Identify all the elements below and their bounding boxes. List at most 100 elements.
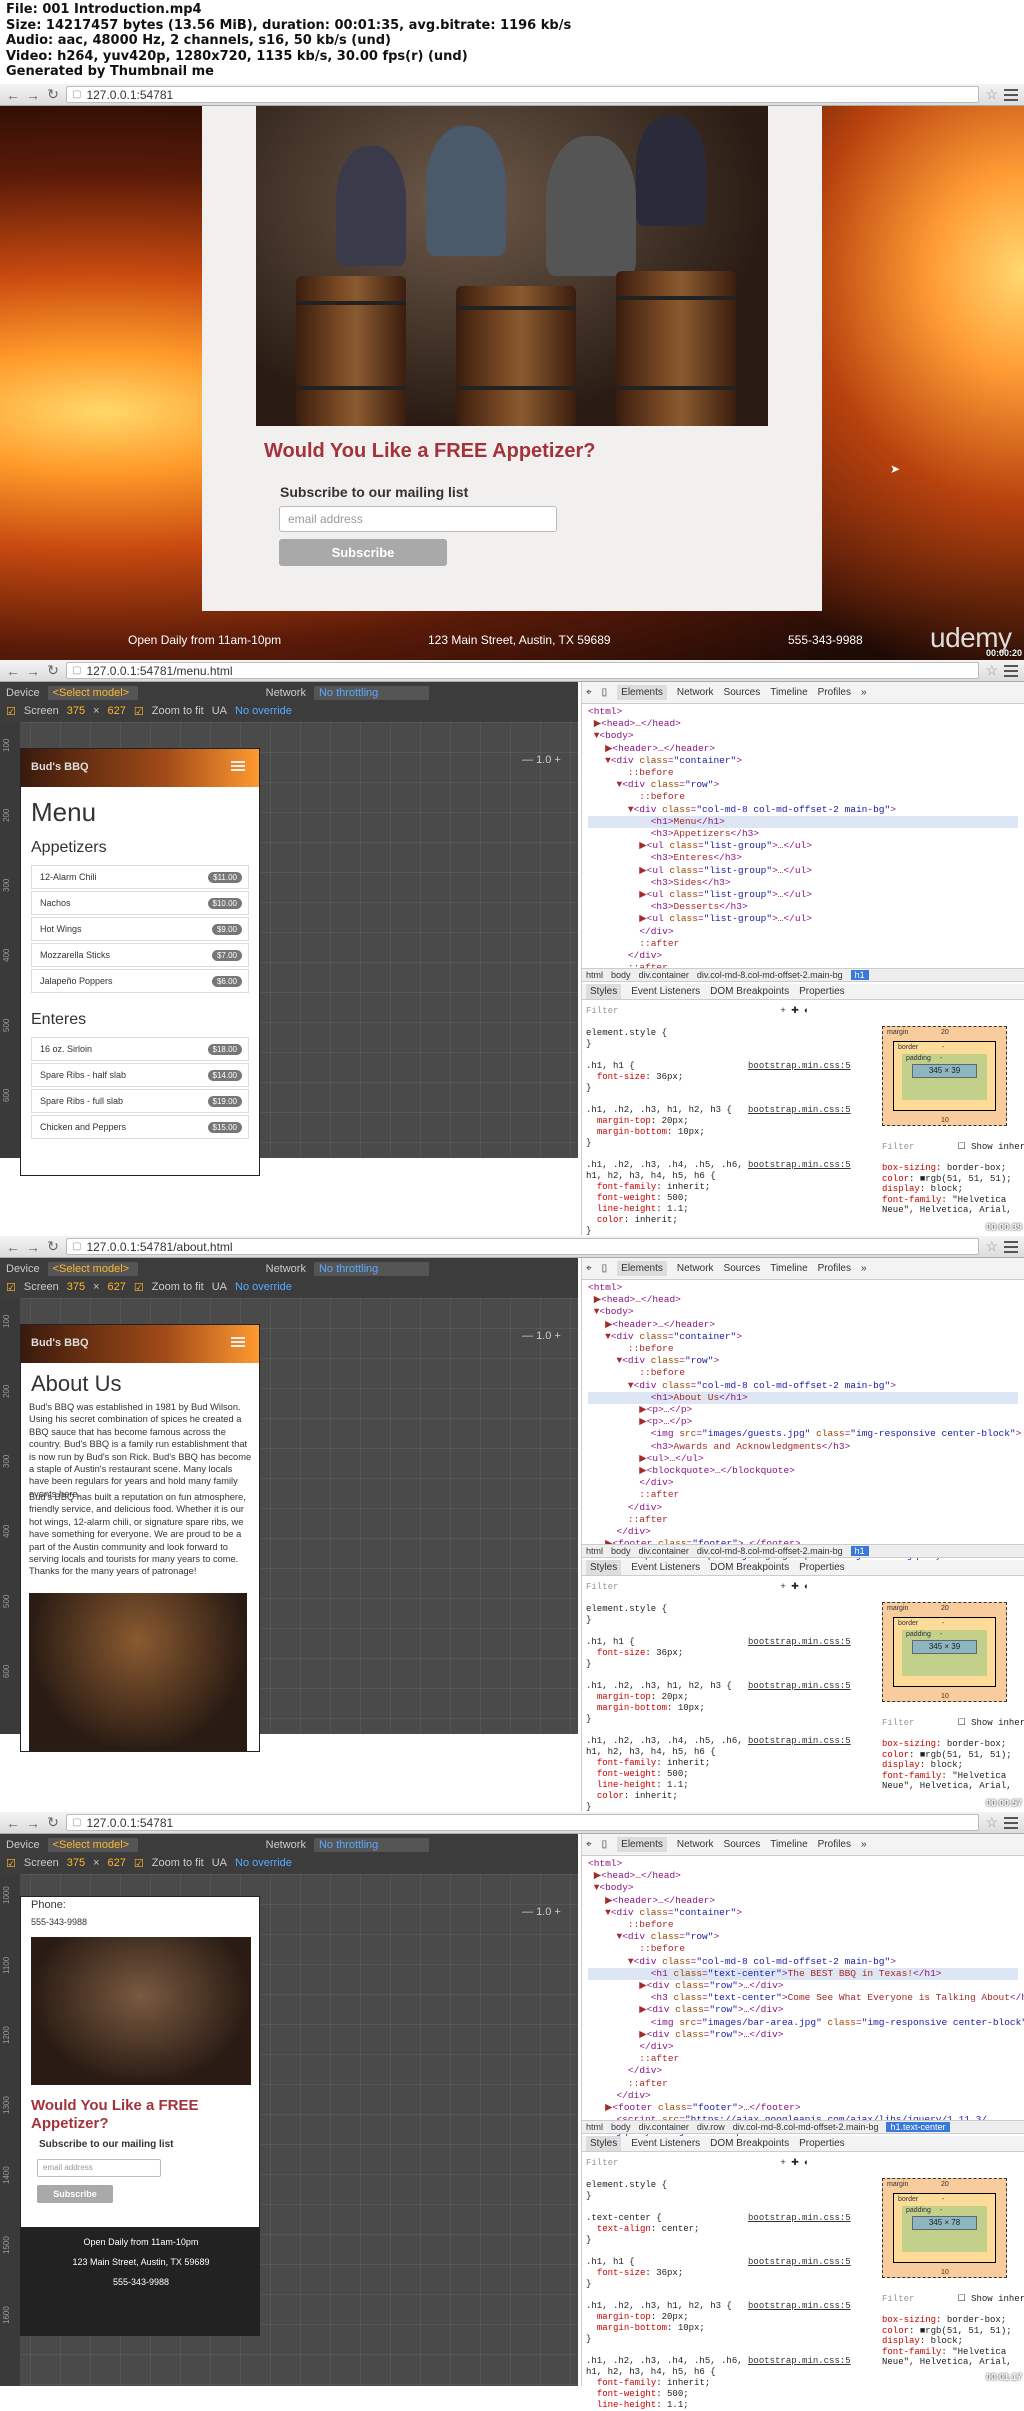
tab-timeline[interactable]: Timeline (770, 1263, 807, 1274)
tab-sources[interactable]: Sources (724, 1263, 761, 1274)
device-icon[interactable]: ▯ (602, 687, 608, 698)
tab-dom-breakpoints[interactable]: DOM Breakpoints (710, 986, 789, 997)
tab-event-listeners[interactable]: Event Listeners (631, 986, 700, 997)
email-input[interactable]: email address (37, 2159, 161, 2177)
crumb[interactable]: div.col-md-8.col-md-offset-2.main-bg (697, 1546, 843, 1556)
width-field[interactable]: 375 (67, 1281, 85, 1293)
checkbox-icon[interactable]: ☑ (134, 1281, 144, 1294)
tab-network[interactable]: Network (677, 1839, 714, 1850)
tab-profiles[interactable]: Profiles (818, 1839, 851, 1850)
crumb[interactable]: html (586, 970, 603, 980)
tab-dom-breakpoints[interactable]: DOM Breakpoints (710, 1562, 789, 1573)
width-field[interactable]: 375 (67, 705, 85, 717)
checkbox-icon[interactable]: ☑ (134, 705, 144, 718)
back-icon[interactable]: ← (6, 87, 20, 103)
star-icon[interactable]: ☆ (985, 1238, 998, 1255)
address-bar[interactable]: ▢ 127.0.0.1:54781/about.html (66, 1238, 980, 1255)
styles-pane[interactable]: Filter + ✚ ◐ element.style { } .text-cen… (586, 2158, 856, 2411)
address-bar[interactable]: ▢ 127.0.0.1:54781 (66, 86, 980, 103)
ua-value[interactable]: No override (235, 1281, 292, 1293)
zoom-control[interactable]: — 1.0 + (522, 754, 572, 766)
zoom-control[interactable]: — 1.0 + (522, 1330, 572, 1342)
forward-icon[interactable]: → (26, 1239, 40, 1255)
tab-properties[interactable]: Properties (799, 986, 845, 997)
throttle-select[interactable]: No throttling (313, 1262, 429, 1276)
crumb[interactable]: body (611, 2122, 631, 2132)
tab-properties[interactable]: Properties (799, 1562, 845, 1573)
device-icon[interactable]: ▯ (602, 1839, 608, 1850)
throttle-select[interactable]: No throttling (313, 686, 429, 700)
tab-styles[interactable]: Styles (586, 2136, 622, 2151)
height-field[interactable]: 627 (108, 1857, 126, 1869)
tab-elements[interactable]: Elements (617, 685, 667, 700)
menu-icon[interactable] (1004, 1816, 1018, 1829)
crumb[interactable]: div.container (639, 2122, 689, 2132)
tab-elements[interactable]: Elements (617, 1261, 667, 1276)
crumb[interactable]: html (586, 2122, 603, 2132)
forward-icon[interactable]: → (26, 87, 40, 103)
tab-timeline[interactable]: Timeline (770, 1839, 807, 1850)
crumb[interactable]: body (611, 1546, 631, 1556)
star-icon[interactable]: ☆ (985, 86, 998, 103)
crumb[interactable]: div.col-md-8.col-md-offset-2.main-bg (697, 970, 843, 980)
reload-icon[interactable]: ↻ (46, 86, 60, 103)
ua-value[interactable]: No override (235, 705, 292, 717)
tab-properties[interactable]: Properties (799, 2138, 845, 2149)
tab-network[interactable]: Network (677, 687, 714, 698)
inspect-icon[interactable]: ⌖ (586, 1839, 592, 1850)
crumb[interactable]: div.row (697, 2122, 725, 2132)
forward-icon[interactable]: → (26, 663, 40, 679)
tab-profiles[interactable]: Profiles (818, 1263, 851, 1274)
height-field[interactable]: 627 (108, 705, 126, 717)
back-icon[interactable]: ← (6, 663, 20, 679)
forward-icon[interactable]: → (26, 1815, 40, 1831)
tab-network[interactable]: Network (677, 1263, 714, 1274)
checkbox-icon[interactable]: ☑ (6, 1281, 16, 1294)
brand[interactable]: Bud's BBQ (31, 761, 89, 773)
dom-tree[interactable]: <html> ▶<head>…</head> ▼<body> ▶<header>… (588, 1282, 1021, 1563)
crumb[interactable]: div.container (639, 1546, 689, 1556)
brand[interactable]: Bud's BBQ (31, 1337, 89, 1349)
reload-icon[interactable]: ↻ (46, 662, 60, 679)
back-icon[interactable]: ← (6, 1815, 20, 1831)
tab-sources[interactable]: Sources (724, 1839, 761, 1850)
tab-timeline[interactable]: Timeline (770, 687, 807, 698)
styles-pane[interactable]: Filter + ✚ ◐ element.style { } .h1, h1 {… (586, 1582, 856, 1835)
crumb[interactable]: div.col-md-8.col-md-offset-2.main-bg (733, 2122, 879, 2132)
crumb[interactable]: body (611, 970, 631, 980)
tab-dom-breakpoints[interactable]: DOM Breakpoints (710, 2138, 789, 2149)
crumb[interactable]: h1 (850, 1546, 869, 1556)
menu-icon[interactable] (1004, 664, 1018, 677)
checkbox-icon[interactable]: ☑ (134, 1857, 144, 1870)
inspect-icon[interactable]: ⌖ (586, 687, 592, 698)
model-select[interactable]: <Select model> (47, 1262, 138, 1276)
hamburger-icon[interactable] (231, 1337, 245, 1347)
tab-more[interactable]: » (861, 687, 867, 698)
star-icon[interactable]: ☆ (985, 662, 998, 679)
ua-value[interactable]: No override (235, 1857, 292, 1869)
tab-styles[interactable]: Styles (586, 1560, 622, 1575)
styles-pane[interactable]: Filter + ✚ ◐ element.style { } .h1, h1 {… (586, 1006, 856, 1259)
menu-icon[interactable] (1004, 88, 1018, 101)
model-select[interactable]: <Select model> (47, 686, 138, 700)
back-icon[interactable]: ← (6, 1239, 20, 1255)
tab-elements[interactable]: Elements (617, 1837, 667, 1852)
menu-icon[interactable] (1004, 1240, 1018, 1253)
throttle-select[interactable]: No throttling (313, 1838, 429, 1852)
tab-event-listeners[interactable]: Event Listeners (631, 1562, 700, 1573)
crumb[interactable]: h1.text-center (886, 2122, 950, 2132)
crumb[interactable]: div.container (639, 970, 689, 980)
dom-tree[interactable]: <html> ▶<head>…</head> ▼<body> ▶<header>… (588, 1858, 1024, 2139)
crumb[interactable]: h1 (850, 970, 869, 980)
subscribe-button[interactable]: Subscribe (37, 2185, 113, 2203)
tab-styles[interactable]: Styles (586, 984, 622, 999)
device-icon[interactable]: ▯ (602, 1263, 608, 1274)
tab-sources[interactable]: Sources (724, 687, 761, 698)
zoom-control[interactable]: — 1.0 + (522, 1906, 572, 1918)
address-bar[interactable]: ▢ 127.0.0.1:54781 (66, 1814, 980, 1831)
model-select[interactable]: <Select model> (47, 1838, 138, 1852)
subscribe-button[interactable]: Subscribe (279, 539, 447, 566)
width-field[interactable]: 375 (67, 1857, 85, 1869)
tab-more[interactable]: » (861, 1263, 867, 1274)
hamburger-icon[interactable] (231, 761, 245, 771)
